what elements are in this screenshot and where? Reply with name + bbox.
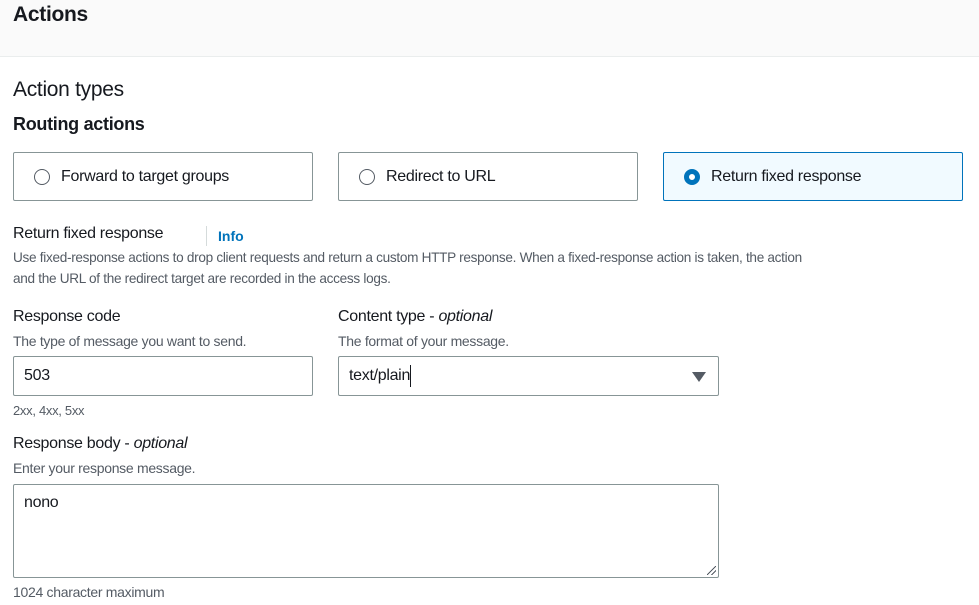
radio-unchecked-icon <box>34 168 50 185</box>
response-body-hint: 1024 character maximum <box>13 584 165 600</box>
response-body-value: nono <box>24 494 59 511</box>
response-body-label: Response body - optional <box>13 435 188 453</box>
optional-tag: optional <box>438 308 493 325</box>
content-type-value: text/plain <box>349 367 411 384</box>
response-body-description: Enter your response message. <box>13 460 196 476</box>
radio-return-fixed-response[interactable]: Return fixed response <box>663 152 963 201</box>
response-code-hint: 2xx, 4xx, 5xx <box>13 403 85 418</box>
fixed-response-description-2: and the URL of the redirect target are r… <box>13 271 391 286</box>
radio-redirect-to-url[interactable]: Redirect to URL <box>338 152 638 201</box>
response-code-value: 503 <box>24 367 50 384</box>
content-type-select[interactable]: text/plain <box>338 356 719 396</box>
response-code-label: Response code <box>13 308 121 325</box>
fixed-response-description-1: Use fixed-response actions to drop clien… <box>13 250 802 265</box>
radio-label: Redirect to URL <box>386 167 496 185</box>
response-code-input[interactable]: 503 <box>13 356 313 396</box>
radio-unchecked-icon <box>359 168 375 185</box>
dropdown-caret-icon <box>692 372 706 382</box>
response-body-label-text: Response body - <box>13 435 134 452</box>
page-title: Actions <box>13 3 88 26</box>
content-type-description: The format of your message. <box>338 333 509 349</box>
radio-label: Return fixed response <box>711 167 862 185</box>
fixed-response-title: Return fixed response <box>13 225 164 242</box>
actions-header: Actions <box>0 0 979 57</box>
content-type-label-text: Content type - <box>338 308 439 325</box>
resize-handle-icon[interactable] <box>707 566 716 575</box>
response-body-textarea[interactable]: nono <box>13 484 719 578</box>
radio-forward-to-target-groups[interactable]: Forward to target groups <box>13 152 313 201</box>
section-title: Action types <box>13 78 124 101</box>
text-cursor <box>410 365 412 387</box>
content-type-label: Content type - optional <box>338 308 492 326</box>
info-link[interactable]: Info <box>206 226 244 246</box>
radio-checked-icon <box>684 168 700 185</box>
radio-label: Forward to target groups <box>61 167 229 185</box>
response-code-description: The type of message you want to send. <box>13 333 247 349</box>
section-subtitle: Routing actions <box>13 114 145 134</box>
optional-tag: optional <box>133 435 188 452</box>
